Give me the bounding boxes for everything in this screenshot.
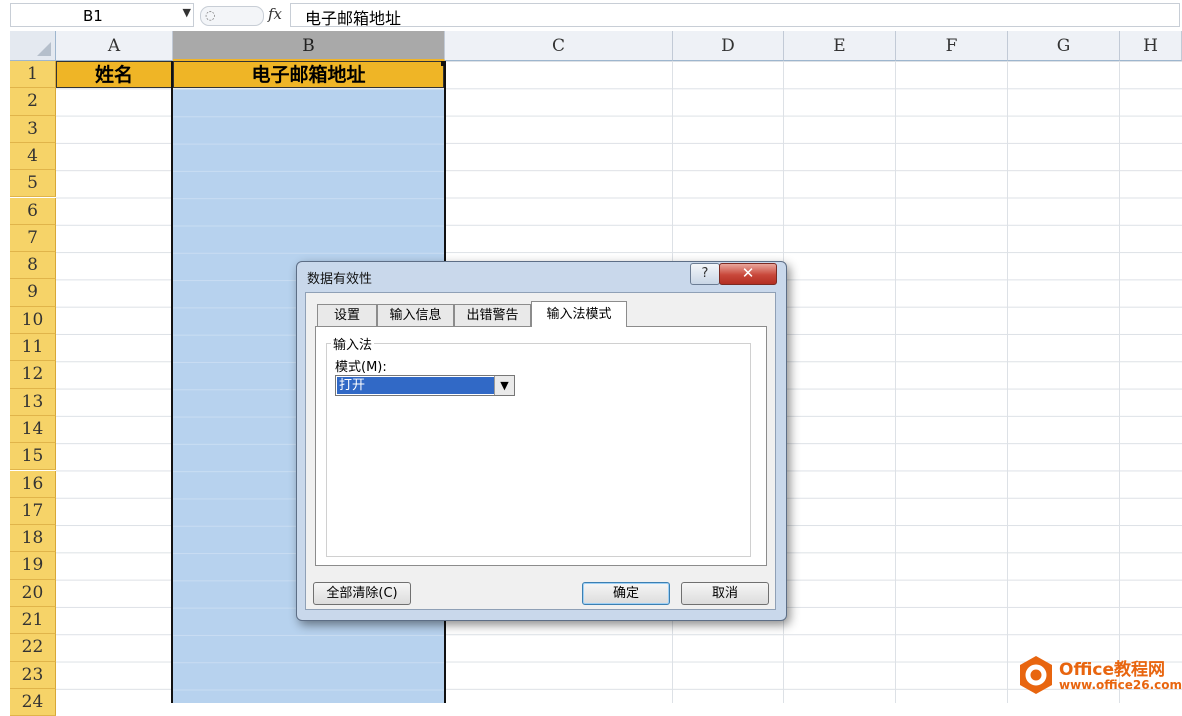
fill-handle[interactable] [441,61,446,66]
ime-mode-panel: 输入法 模式(M): 打开 ▼ [315,326,767,566]
ok-button[interactable]: 确定 [582,582,670,605]
splitter-icon: ◌ [205,8,216,22]
row-header-14[interactable]: 14 [10,415,56,444]
grid-line [1119,61,1120,703]
row-header-7[interactable]: 7 [10,224,56,253]
watermark-url: www.office26.com [1059,678,1182,692]
column-header-c[interactable]: C [445,31,673,61]
row-header-1[interactable]: 1 [10,61,56,89]
cancel-button[interactable]: 取消 [681,582,769,605]
row-header-3[interactable]: 3 [10,115,56,143]
formula-bar: B1 ▼ ◌ fx 电子邮箱地址 [0,0,1182,32]
office-logo-icon [1020,656,1052,694]
column-header-d[interactable]: D [673,31,784,61]
name-box-value: B1 [83,7,103,25]
row-header-11[interactable]: 11 [10,334,56,362]
formula-bar-splitter[interactable]: ◌ [200,6,264,26]
data-validation-dialog: 数据有效性 ? ✕ 设置 输入信息 出错警告 输入法模式 输入法 模式(M): … [296,261,787,621]
tab-input-message[interactable]: 输入信息 [377,304,454,326]
insert-function-icon[interactable]: fx [268,5,282,23]
sheet-left-edge [0,31,10,703]
row-header-13[interactable]: 13 [10,388,56,416]
tab-ime-mode[interactable]: 输入法模式 [531,301,627,327]
watermark-brand: Office教程网 [1059,660,1166,680]
tab-settings[interactable]: 设置 [317,304,377,326]
tab-error-alert[interactable]: 出错警告 [454,304,531,326]
dialog-body: 设置 输入信息 出错警告 输入法模式 输入法 模式(M): 打开 ▼ 全部清除(… [305,292,776,610]
row-header-20[interactable]: 20 [10,579,56,607]
column-header-h[interactable]: H [1120,31,1182,61]
row-header-6[interactable]: 6 [10,197,56,225]
ime-group-label: 输入法 [331,334,375,353]
dialog-title: 数据有效性 [307,272,373,287]
mode-select-value: 打开 [337,377,494,394]
office26-watermark: Office教程网 www.office26.com [1015,653,1182,699]
mode-select[interactable]: 打开 ▼ [335,375,515,396]
row-header-4[interactable]: 4 [10,142,56,171]
row-header-16[interactable]: 16 [10,470,56,498]
row-header-17[interactable]: 17 [10,497,56,526]
chevron-down-icon[interactable]: ▼ [183,6,191,19]
row-header-21[interactable]: 21 [10,607,56,635]
grid-line [895,61,896,703]
chevron-down-icon[interactable]: ▼ [494,376,514,395]
row-header-18[interactable]: 18 [10,525,56,553]
mode-label: 模式(M): [335,360,387,375]
select-all-corner[interactable] [10,31,56,61]
column-header-b[interactable]: B [173,31,445,61]
column-header-g[interactable]: G [1008,31,1120,61]
column-header-e[interactable]: E [784,31,896,61]
row-header-24[interactable]: 24 [10,688,56,716]
grid-line [1007,61,1008,703]
row-header-15[interactable]: 15 [10,443,56,471]
row-header-23[interactable]: 23 [10,661,56,689]
row-header-5[interactable]: 5 [10,170,56,198]
column-header-a[interactable]: A [56,31,173,61]
row-header-19[interactable]: 19 [10,552,56,580]
row-header-9[interactable]: 9 [10,279,56,307]
row-header-12[interactable]: 12 [10,361,56,389]
name-box[interactable]: B1 ▼ [10,3,194,27]
help-button[interactable]: ? [690,263,720,285]
formula-text: 电子邮箱地址 [305,9,402,28]
row-header-22[interactable]: 22 [10,634,56,662]
clear-all-button[interactable]: 全部清除(C) [313,582,411,605]
row-header-8[interactable]: 8 [10,252,56,280]
cell-a1[interactable]: 姓名 [56,61,172,88]
row-header-2[interactable]: 2 [10,88,56,116]
close-button[interactable]: ✕ [719,263,777,285]
formula-input[interactable]: 电子邮箱地址 [290,3,1180,28]
row-header-10[interactable]: 10 [10,306,56,334]
column-header-f[interactable]: F [896,31,1008,61]
